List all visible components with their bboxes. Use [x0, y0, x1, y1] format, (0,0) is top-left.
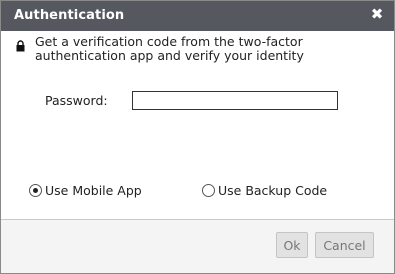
use-mobile-app-radio[interactable]: Use Mobile App [29, 183, 142, 198]
authentication-dialog: Authentication ✖ Get a verification code… [0, 0, 395, 274]
password-label: Password: [45, 93, 108, 108]
password-input[interactable] [132, 91, 338, 110]
ok-button[interactable]: Ok [276, 232, 308, 258]
cancel-button[interactable]: Cancel [315, 232, 374, 258]
dialog-titlebar: Authentication ✖ [1, 1, 394, 31]
close-icon[interactable]: ✖ [370, 6, 384, 22]
radio-checked-icon[interactable] [29, 184, 42, 197]
radio-unchecked-icon[interactable] [202, 184, 215, 197]
use-mobile-app-label: Use Mobile App [45, 183, 142, 198]
lock-icon [16, 40, 25, 52]
use-backup-code-radio[interactable]: Use Backup Code [202, 183, 327, 198]
dialog-title: Authentication [14, 8, 125, 23]
info-message: Get a verification code from the two-fac… [35, 34, 304, 63]
use-backup-code-label: Use Backup Code [218, 183, 328, 198]
